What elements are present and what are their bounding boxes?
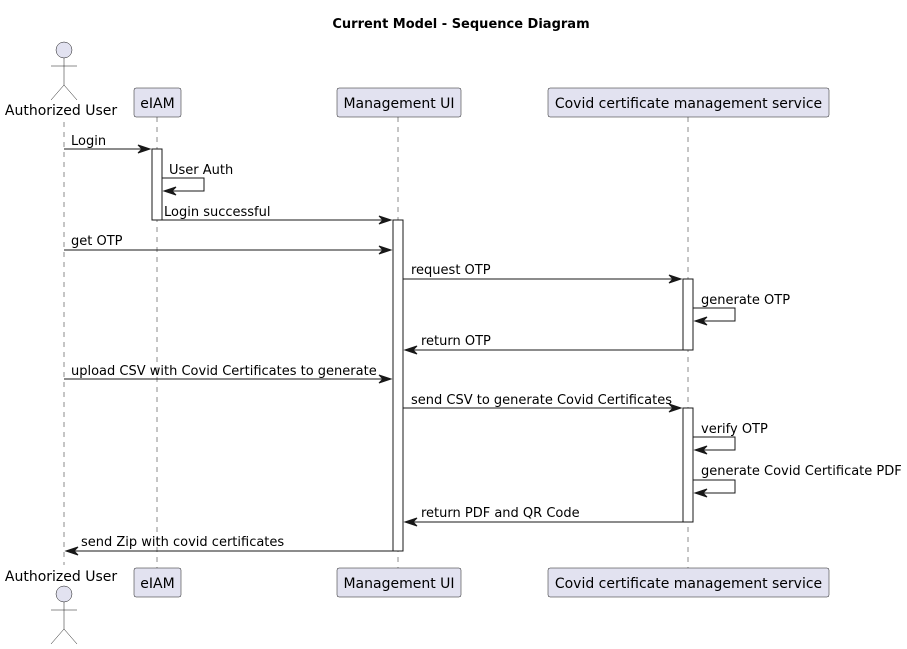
message-label: verify OTP [701, 422, 768, 437]
actor-leg-left-icon [50, 628, 65, 645]
diagram-title: Current Model - Sequence Diagram [332, 17, 589, 32]
activation-management-ui [392, 219, 404, 552]
message-send-zip: send Zip with covid certificates [64, 535, 393, 556]
message-label: send CSV to generate Covid Certificates [411, 393, 672, 408]
participant-label: Management UI [343, 96, 454, 112]
actor-head-icon [55, 585, 73, 603]
activation-covid-service-1 [682, 278, 694, 351]
participant-management-ui-top[interactable]: Management UI [336, 87, 462, 118]
message-user-auth: User Auth [162, 163, 233, 196]
sequence-diagram: Current Model - Sequence Diagram Authori… [5, 17, 902, 645]
message-label: generate OTP [701, 293, 790, 308]
message-label: upload CSV with Covid Certificates to ge… [71, 364, 377, 379]
message-return-pdf: return PDF and QR Code [403, 506, 683, 527]
message-login: Login [64, 134, 152, 154]
message-verify-otp: verify OTP [693, 422, 768, 455]
message-login-successful: Login successful [162, 205, 393, 225]
activation-eiam [151, 148, 163, 221]
actor-authorized-user-bottom[interactable]: Authorized User [5, 569, 117, 645]
message-generate-pdf: generate Covid Certificate PDF [693, 464, 902, 498]
participant-eiam-bottom[interactable]: eIAM [133, 567, 182, 598]
message-request-otp: request OTP [403, 263, 683, 284]
actor-leg-left-icon [50, 84, 65, 101]
message-upload-csv: upload CSV with Covid Certificates to ge… [64, 364, 393, 384]
actor-authorized-user-top[interactable]: Authorized User [5, 41, 117, 119]
participant-covid-service-bottom[interactable]: Covid certificate management service [547, 567, 830, 598]
actor-leg-right-icon [63, 628, 78, 645]
message-generate-otp: generate OTP [693, 293, 790, 326]
message-label: send Zip with covid certificates [81, 535, 284, 550]
message-label: request OTP [411, 263, 491, 278]
message-return-otp: return OTP [403, 334, 683, 355]
actor-leg-right-icon [63, 84, 78, 101]
message-label: generate Covid Certificate PDF [701, 464, 902, 479]
participant-management-ui-bottom[interactable]: Management UI [336, 567, 462, 598]
actor-head-icon [55, 41, 73, 59]
participant-label: Covid certificate management service [555, 96, 822, 112]
participant-label: eIAM [140, 576, 174, 592]
participant-eiam-top[interactable]: eIAM [133, 87, 182, 118]
activation-covid-service-2 [682, 407, 694, 523]
message-send-csv: send CSV to generate Covid Certificates [403, 393, 683, 413]
actor-label: Authorized User [5, 103, 117, 119]
participant-label: Covid certificate management service [555, 576, 822, 592]
message-label: Login [71, 134, 106, 149]
message-label: get OTP [71, 234, 123, 249]
message-get-otp: get OTP [64, 234, 393, 255]
message-label: return PDF and QR Code [421, 506, 580, 521]
message-label: return OTP [421, 334, 491, 349]
participant-label: Management UI [343, 576, 454, 592]
message-label: User Auth [169, 163, 233, 178]
actor-label: Authorized User [5, 569, 117, 585]
participant-covid-service-top[interactable]: Covid certificate management service [547, 87, 830, 118]
message-label: Login successful [164, 205, 270, 220]
participant-label: eIAM [140, 96, 174, 112]
